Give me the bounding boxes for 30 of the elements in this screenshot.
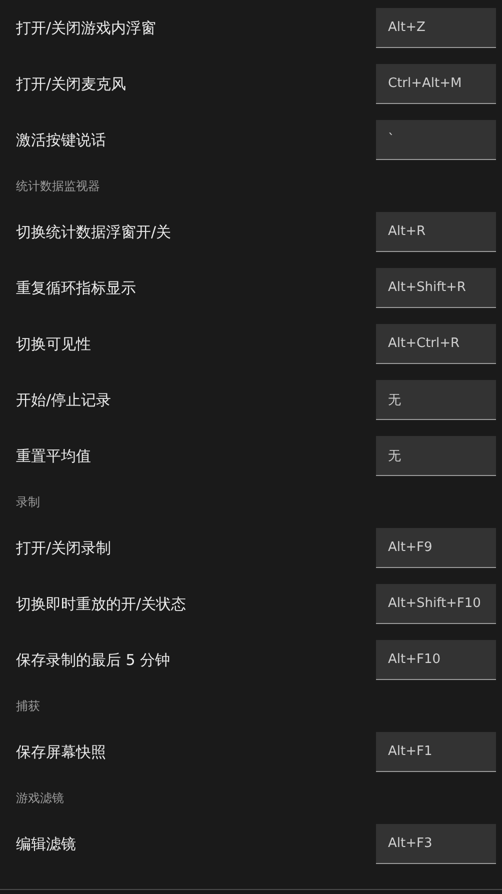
shortcut-field[interactable]: Alt+F9 xyxy=(376,528,496,568)
shortcut-label: 切换即时重放的开/关状态 xyxy=(16,594,186,614)
section-heading: 捕获 xyxy=(16,698,40,714)
shortcut-label: 打开/关闭麦克风 xyxy=(16,74,126,94)
section-heading: 统计数据监视器 xyxy=(16,178,100,194)
shortcut-field[interactable]: Alt+F10 xyxy=(376,640,496,680)
section-heading: 录制 xyxy=(16,494,40,510)
shortcut-field[interactable]: 无 xyxy=(376,436,496,476)
shortcut-field[interactable]: 无 xyxy=(376,380,496,420)
shortcut-field[interactable]: ` xyxy=(376,120,496,160)
shortcut-label: 编辑滤镜 xyxy=(16,834,76,854)
shortcut-field[interactable]: Alt+Shift+R xyxy=(376,268,496,308)
shortcut-label: 打开/关闭游戏内浮窗 xyxy=(16,18,156,38)
shortcut-label: 重复循环指标显示 xyxy=(16,278,136,298)
shortcut-label: 切换可见性 xyxy=(16,334,91,354)
shortcut-label: 激活按键说话 xyxy=(16,130,106,150)
shortcut-field[interactable]: Alt+Z xyxy=(376,8,496,48)
shortcut-field[interactable]: Alt+Ctrl+R xyxy=(376,324,496,364)
shortcut-field[interactable]: Alt+F3 xyxy=(376,824,496,864)
shortcut-field[interactable]: Ctrl+Alt+M xyxy=(376,64,496,104)
shortcut-label: 打开/关闭录制 xyxy=(16,538,112,558)
shortcut-label: 保存录制的最后 5 分钟 xyxy=(16,650,170,670)
shortcut-label: 开始/停止记录 xyxy=(16,390,112,410)
shortcut-field[interactable]: Alt+Shift+F10 xyxy=(376,584,496,624)
shortcut-field[interactable]: Alt+R xyxy=(376,212,496,252)
shortcut-field[interactable]: Alt+F1 xyxy=(376,732,496,772)
shortcut-label: 重置平均值 xyxy=(16,446,91,466)
section-heading: 游戏滤镜 xyxy=(16,790,64,806)
shortcut-label: 保存屏幕快照 xyxy=(16,742,106,762)
shortcut-label: 切换统计数据浮窗开/关 xyxy=(16,222,172,242)
